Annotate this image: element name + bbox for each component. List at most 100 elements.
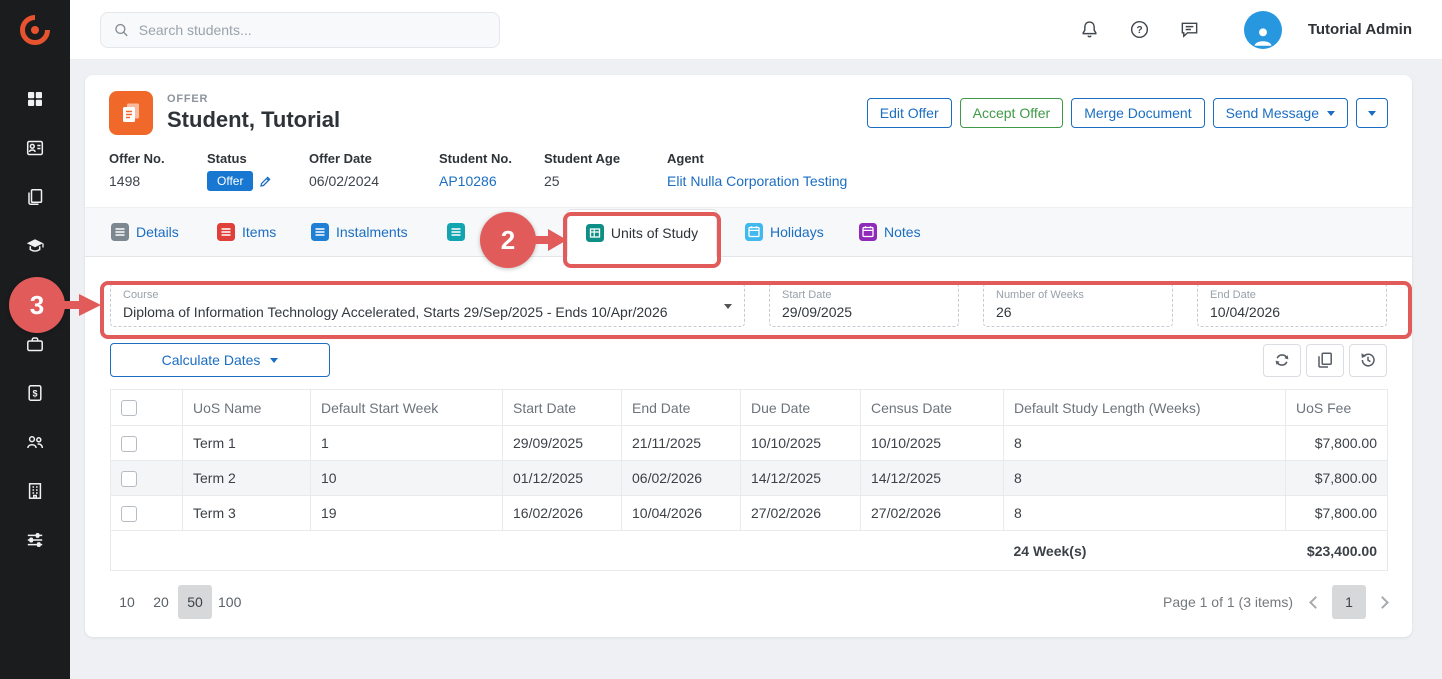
sidebar-item-dashboard[interactable] <box>24 88 46 110</box>
help-button[interactable]: ? <box>1128 18 1152 42</box>
search-box[interactable] <box>100 12 500 48</box>
cell: 16/02/2026 <box>503 496 622 531</box>
user-avatar[interactable] <box>1244 11 1282 49</box>
row-checkbox[interactable] <box>121 471 137 487</box>
page-size-100[interactable]: 100 <box>212 585 247 619</box>
search-input[interactable] <box>139 22 487 38</box>
accept-offer-button[interactable]: Accept Offer <box>960 98 1064 128</box>
offer-tabs: Details Items Instalments Units of Study… <box>85 207 1412 257</box>
sidebar-item-agents[interactable] <box>24 431 46 453</box>
info-student-age: Student Age 25 <box>544 151 667 191</box>
bell-icon <box>1079 19 1100 40</box>
sidebar-item-services[interactable] <box>24 333 46 355</box>
sidebar-item-book[interactable] <box>24 284 46 306</box>
app-logo-icon <box>18 13 52 47</box>
number-of-weeks-field[interactable]: Number of Weeks 26 <box>983 283 1173 327</box>
edit-status-icon[interactable] <box>259 175 272 188</box>
row-checkbox[interactable] <box>121 436 137 452</box>
cell: 27/02/2026 <box>741 496 861 531</box>
tab-details[interactable]: Details <box>111 208 189 256</box>
sidebar-item-campus[interactable] <box>24 480 46 502</box>
tab-holidays[interactable]: Holidays <box>745 208 831 256</box>
col-header: UoS Name <box>183 390 311 426</box>
offer-info-row: Offer No. 1498 Status Offer Offer Date 0… <box>85 145 1412 207</box>
svg-text:$: $ <box>32 388 37 398</box>
course-row: Course Diploma of Information Technology… <box>110 283 1387 327</box>
cell: 10 <box>311 461 503 496</box>
app-logo[interactable] <box>0 0 70 60</box>
agent-link[interactable]: Elit Nulla Corporation Testing <box>667 173 847 189</box>
offer-header: OFFER Student, Tutorial Edit Offer Accep… <box>85 75 1412 145</box>
student-no-link[interactable]: AP10286 <box>439 173 544 189</box>
chat-icon <box>1179 19 1200 40</box>
page-size-10[interactable]: 10 <box>110 585 144 619</box>
tab-items[interactable]: Items <box>217 208 283 256</box>
chevron-down-icon <box>270 358 278 363</box>
more-actions-button[interactable] <box>1356 98 1388 128</box>
people-icon <box>25 432 45 452</box>
page-title: Student, Tutorial <box>167 107 340 133</box>
sidebar-item-education[interactable] <box>24 235 46 257</box>
cell: 8 <box>1004 496 1286 531</box>
history-icon <box>1359 351 1377 369</box>
page-size-50[interactable]: 50 <box>178 585 212 619</box>
page-size-20[interactable]: 20 <box>144 585 178 619</box>
table-row[interactable]: Term 2 10 01/12/2025 06/02/2026 14/12/20… <box>111 461 1388 496</box>
refresh-button[interactable] <box>1263 344 1301 377</box>
cell: 1 <box>311 426 503 461</box>
history-button[interactable] <box>1349 344 1387 377</box>
merge-document-button[interactable]: Merge Document <box>1071 98 1204 128</box>
search-icon <box>113 21 130 39</box>
svg-text:?: ? <box>1137 25 1143 36</box>
select-all-checkbox[interactable] <box>121 400 137 416</box>
cell: 01/12/2025 <box>503 461 622 496</box>
sidebar-item-documents[interactable] <box>24 186 46 208</box>
tab-units-of-study[interactable]: Units of Study <box>567 209 717 257</box>
cell: $7,800.00 <box>1286 461 1388 496</box>
page-1-button[interactable]: 1 <box>1332 585 1366 619</box>
instalments-icon <box>311 223 329 241</box>
col-header: Default Study Length (Weeks) <box>1004 390 1286 426</box>
tab-instalments[interactable]: Instalments <box>311 208 419 256</box>
dashboard-icon <box>25 89 45 109</box>
tab-notes[interactable]: Notes <box>859 208 927 256</box>
total-weeks: 24 Week(s) <box>1004 531 1286 571</box>
course-select[interactable]: Course Diploma of Information Technology… <box>110 283 745 327</box>
table-footer-row: 24 Week(s) $23,400.00 <box>111 531 1388 571</box>
feedback-button[interactable] <box>1178 18 1202 42</box>
total-fee: $23,400.00 <box>1286 531 1388 571</box>
cell: 8 <box>1004 426 1286 461</box>
documents-icon <box>25 187 45 207</box>
cell: 14/12/2025 <box>861 461 1004 496</box>
copy-button[interactable] <box>1306 344 1344 377</box>
sidebar-item-settings[interactable] <box>24 529 46 551</box>
edit-offer-button[interactable]: Edit Offer <box>867 98 952 128</box>
items-icon <box>217 223 235 241</box>
topbar-right: ? Tutorial Admin <box>1078 11 1412 49</box>
hidden-tab-icon <box>447 223 465 241</box>
cell: 27/02/2026 <box>861 496 1004 531</box>
prev-page-icon[interactable] <box>1309 596 1322 609</box>
invoice-icon: $ <box>25 383 45 403</box>
cell: 8 <box>1004 461 1286 496</box>
table-row[interactable]: Term 3 19 16/02/2026 10/04/2026 27/02/20… <box>111 496 1388 531</box>
sidebar-item-finance[interactable]: $ <box>24 382 46 404</box>
holidays-icon <box>745 223 763 241</box>
next-page-icon[interactable] <box>1376 596 1389 609</box>
cell: $7,800.00 <box>1286 426 1388 461</box>
details-icon <box>111 223 129 241</box>
tab-hidden[interactable] <box>447 208 539 256</box>
calculate-dates-button[interactable]: Calculate Dates <box>110 343 330 377</box>
table-row[interactable]: Term 1 1 29/09/2025 21/11/2025 10/10/202… <box>111 426 1388 461</box>
end-date-field[interactable]: End Date 10/04/2026 <box>1197 283 1387 327</box>
notifications-button[interactable] <box>1078 18 1102 42</box>
refresh-icon <box>1273 351 1291 369</box>
send-message-button[interactable]: Send Message <box>1213 98 1348 128</box>
cell: 10/10/2025 <box>861 426 1004 461</box>
info-agent: Agent Elit Nulla Corporation Testing <box>667 151 847 191</box>
chevron-down-icon <box>1327 111 1335 116</box>
row-checkbox[interactable] <box>121 506 137 522</box>
person-icon <box>1250 23 1276 49</box>
sidebar-item-contacts[interactable] <box>24 137 46 159</box>
start-date-field[interactable]: Start Date 29/09/2025 <box>769 283 959 327</box>
